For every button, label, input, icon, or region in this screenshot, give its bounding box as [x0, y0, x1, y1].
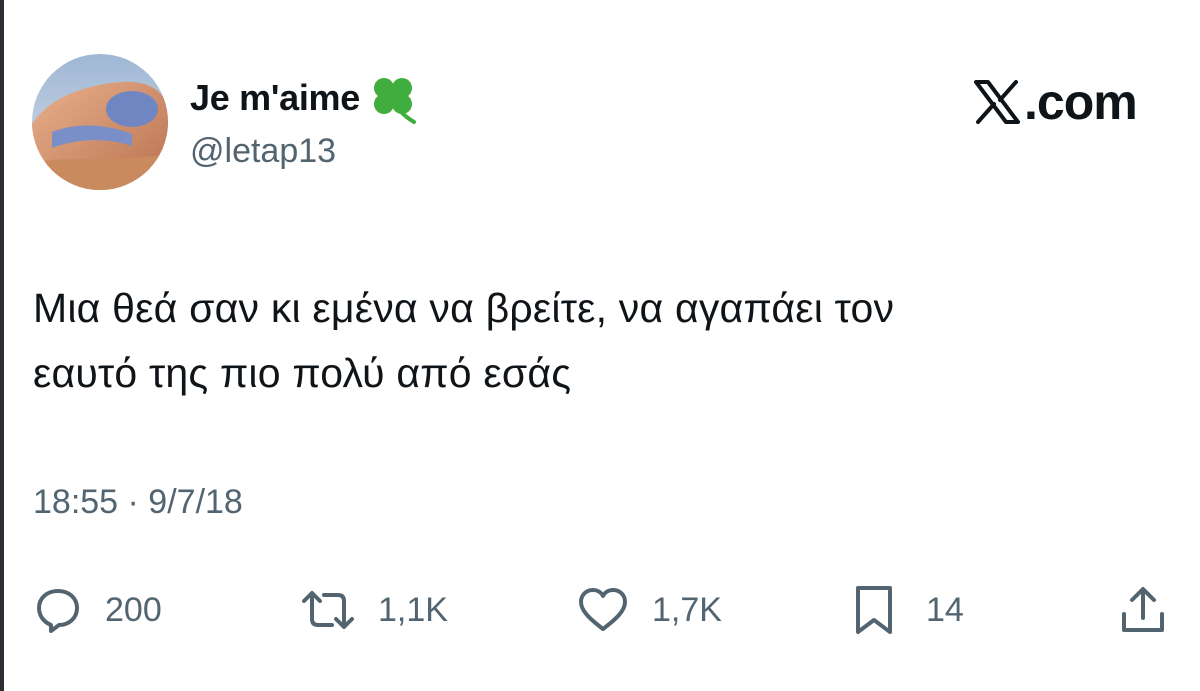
brand-text: .com [1024, 74, 1138, 130]
shamrock-icon [364, 72, 424, 124]
user-handle[interactable]: @letap13 [190, 132, 336, 171]
share-icon [1122, 587, 1164, 632]
avatar-image [32, 54, 168, 190]
tweet-timestamp[interactable]: 18:55 · 9/7/18 [33, 483, 243, 522]
reply-count: 200 [105, 590, 162, 629]
reply-icon [37, 589, 79, 633]
repost-icon [302, 591, 354, 629]
like-count: 1,7K [652, 590, 722, 629]
repost-count: 1,1K [378, 590, 448, 629]
heart-icon [579, 588, 627, 631]
share-button[interactable] [1118, 582, 1168, 638]
brand-logo: .com [972, 74, 1138, 130]
bookmark-count: 14 [926, 590, 964, 629]
bookmark-button[interactable]: 14 [852, 582, 964, 638]
x-logo-icon [972, 78, 1022, 126]
bookmark-icon [856, 586, 892, 634]
tweet-text: Μια θεά σαν κι εμένα να βρείτε, να αγαπά… [33, 276, 1153, 406]
tweet-text-line: εαυτό της πιο πολύ από εσάς [33, 350, 572, 396]
display-name[interactable]: Je m'aime [190, 77, 360, 119]
action-bar: 200 1,1K 1,7K 14 [0, 582, 1200, 638]
reply-button[interactable]: 200 [33, 582, 162, 638]
avatar[interactable] [32, 54, 168, 190]
tweet-text-line: Μια θεά σαν κι εμένα να βρείτε, να αγαπά… [33, 285, 895, 331]
display-name-row[interactable]: Je m'aime [190, 72, 424, 124]
repost-button[interactable]: 1,1K [298, 582, 448, 638]
like-button[interactable]: 1,7K [576, 582, 722, 638]
